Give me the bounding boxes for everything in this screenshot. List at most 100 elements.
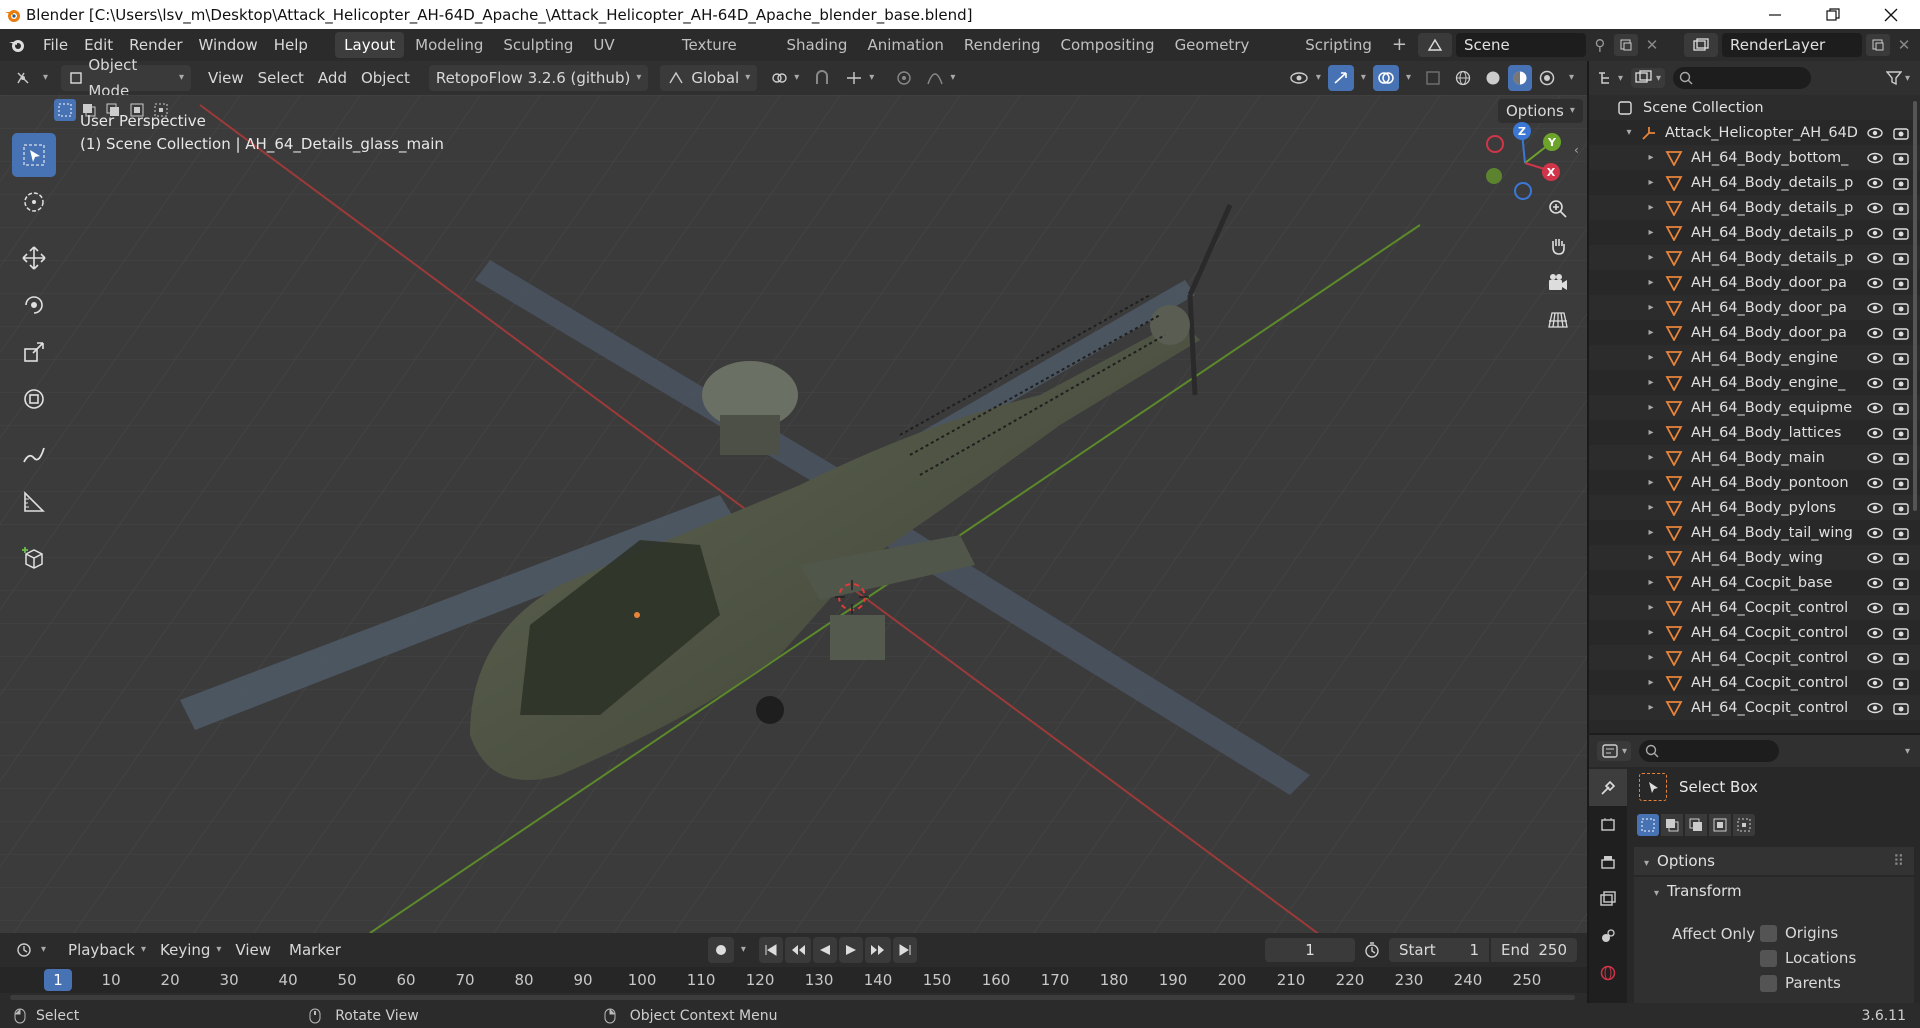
tab-modeling[interactable]: Modeling: [406, 32, 492, 58]
expand-icon[interactable]: ▸: [1645, 652, 1657, 663]
outliner-object-row[interactable]: ▸ AH_64_Body_details_p: [1589, 220, 1920, 245]
expand-icon[interactable]: ▸: [1645, 502, 1657, 513]
mode-new-icon[interactable]: [1637, 814, 1659, 836]
outliner-object-row[interactable]: ▸ AH_64_Body_engine: [1589, 345, 1920, 370]
new-layer-icon[interactable]: [1866, 34, 1890, 56]
outliner-object-row[interactable]: ▸ AH_64_Body_details_p: [1589, 195, 1920, 220]
shading-material-icon[interactable]: [1507, 65, 1532, 91]
pan-hand-icon[interactable]: [1542, 230, 1574, 262]
render-camera-icon[interactable]: [1888, 701, 1914, 715]
outliner-object-row[interactable]: ▸ AH_64_Body_wing: [1589, 545, 1920, 570]
tool-tab-icon[interactable]: [1589, 769, 1627, 806]
mode-intersect-icon[interactable]: [1733, 814, 1755, 836]
tab-rendering[interactable]: Rendering: [955, 32, 1050, 58]
measure-tool-icon[interactable]: [12, 480, 56, 524]
render-camera-icon[interactable]: [1888, 601, 1914, 615]
shading-wireframe-icon[interactable]: [1448, 65, 1478, 91]
mode-invert-icon[interactable]: [1709, 814, 1731, 836]
expand-icon[interactable]: ▸: [1645, 152, 1657, 163]
visibility-eye-icon[interactable]: [1862, 176, 1888, 190]
visibility-eye-icon[interactable]: [1862, 426, 1888, 440]
expand-icon[interactable]: ▸: [1645, 477, 1657, 488]
filter-icon[interactable]: ▾: [1885, 70, 1910, 86]
outliner-object-row[interactable]: ▸ AH_64_Body_details_p: [1589, 170, 1920, 195]
locations-checkbox[interactable]: Locations: [1760, 949, 1856, 967]
menu-object[interactable]: Object: [354, 65, 417, 91]
tab-animation[interactable]: Animation: [858, 32, 952, 58]
3d-viewport[interactable]: User Perspective (1) Scene Collection | …: [0, 95, 1587, 933]
render-camera-icon[interactable]: [1888, 576, 1914, 590]
add-cube-tool-icon[interactable]: [12, 536, 56, 580]
outliner-object-row[interactable]: ▸ AH_64_Body_equipme: [1589, 395, 1920, 420]
jump-start-icon[interactable]: [758, 937, 783, 963]
mode-subtract-icon[interactable]: [1685, 814, 1707, 836]
delete-layer-icon[interactable]: ✕: [1894, 36, 1914, 54]
visibility-eye-icon[interactable]: [1862, 476, 1888, 490]
timeline-editor-icon[interactable]: ▾: [8, 937, 53, 963]
delete-scene-icon[interactable]: ✕: [1642, 36, 1662, 54]
render-camera-icon[interactable]: [1888, 326, 1914, 340]
visibility-eye-icon[interactable]: [1862, 676, 1888, 690]
render-camera-icon[interactable]: [1888, 401, 1914, 415]
timeline-ruler[interactable]: 1 10 20 30 40 50 60 70 80 90 100 110 120 130 140 150 160…: [0, 967, 1587, 993]
snap-target-icon[interactable]: ▾: [838, 65, 881, 91]
outliner-object-row[interactable]: ▸ AH_64_Body_tail_wing: [1589, 520, 1920, 545]
transform-subpanel-header[interactable]: ▾ Transform: [1644, 877, 1914, 905]
cursor-tool-icon[interactable]: [12, 180, 56, 224]
origins-checkbox[interactable]: Origins: [1760, 924, 1838, 942]
jump-end-icon[interactable]: [892, 937, 917, 963]
restore-icon[interactable]: [1804, 0, 1862, 29]
timeline-scrollbar[interactable]: [10, 995, 1575, 1000]
transform-tool-icon[interactable]: [12, 377, 56, 421]
outliner-scrollbar[interactable]: [1913, 101, 1917, 511]
tab-shading[interactable]: Shading: [778, 32, 857, 58]
visibility-eye-icon[interactable]: [1862, 151, 1888, 165]
properties-dropdown-icon[interactable]: ▾: [1905, 746, 1910, 757]
expand-icon[interactable]: ▸: [1645, 227, 1657, 238]
render-camera-icon[interactable]: [1888, 251, 1914, 265]
display-mode-icon[interactable]: ▾: [1631, 68, 1666, 88]
visibility-icon[interactable]: ▾: [1281, 65, 1328, 91]
visibility-eye-icon[interactable]: [1862, 576, 1888, 590]
parents-checkbox[interactable]: Parents: [1760, 974, 1841, 992]
origins-checkbox-box[interactable]: [1760, 924, 1777, 942]
outliner-object-row[interactable]: ▸ AH_64_Body_pontoon: [1589, 470, 1920, 495]
falloff-icon[interactable]: ▾: [919, 65, 962, 91]
blender-menu-icon[interactable]: [0, 37, 35, 53]
render-camera-icon[interactable]: [1888, 276, 1914, 290]
render-camera-icon[interactable]: [1888, 226, 1914, 240]
camera-view-icon[interactable]: [1542, 267, 1574, 299]
render-camera-icon[interactable]: [1888, 476, 1914, 490]
expand-icon[interactable]: ▸: [1645, 402, 1657, 413]
visibility-eye-icon[interactable]: [1862, 601, 1888, 615]
render-camera-icon[interactable]: [1888, 126, 1914, 140]
render-camera-icon[interactable]: [1888, 451, 1914, 465]
scene-collection-row[interactable]: Scene Collection: [1589, 95, 1920, 120]
locations-checkbox-box[interactable]: [1760, 949, 1777, 967]
timeline-view-menu[interactable]: View: [228, 937, 278, 963]
expand-icon[interactable]: ▸: [1645, 427, 1657, 438]
expand-icon[interactable]: ▸: [1645, 627, 1657, 638]
overlays-icon[interactable]: [1372, 65, 1399, 91]
current-frame-field[interactable]: 1: [1265, 938, 1355, 962]
render-camera-icon[interactable]: [1888, 426, 1914, 440]
keying-menu[interactable]: Keying ▾: [153, 937, 228, 963]
menu-file[interactable]: File: [35, 29, 76, 61]
close-icon[interactable]: [1862, 0, 1920, 29]
world-tab-icon[interactable]: [1589, 954, 1627, 991]
move-tool-icon[interactable]: [12, 236, 56, 280]
menu-window[interactable]: Window: [191, 29, 266, 61]
overlays-dropdown-icon[interactable]: ▾: [1399, 65, 1418, 91]
visibility-eye-icon[interactable]: [1862, 551, 1888, 565]
start-frame-field[interactable]: Start 1: [1389, 938, 1489, 962]
tab-layout[interactable]: Layout: [335, 32, 405, 58]
visibility-eye-icon[interactable]: [1862, 251, 1888, 265]
visibility-eye-icon[interactable]: [1862, 326, 1888, 340]
render-camera-icon[interactable]: [1888, 651, 1914, 665]
view-layer-icon[interactable]: [1684, 33, 1718, 57]
mode-selector[interactable]: Object Mode ▾: [61, 56, 192, 100]
menu-view[interactable]: View: [201, 65, 251, 91]
shading-rendered-icon[interactable]: [1532, 65, 1562, 91]
scale-tool-icon[interactable]: [12, 330, 56, 374]
tab-compositing[interactable]: Compositing: [1052, 32, 1164, 58]
